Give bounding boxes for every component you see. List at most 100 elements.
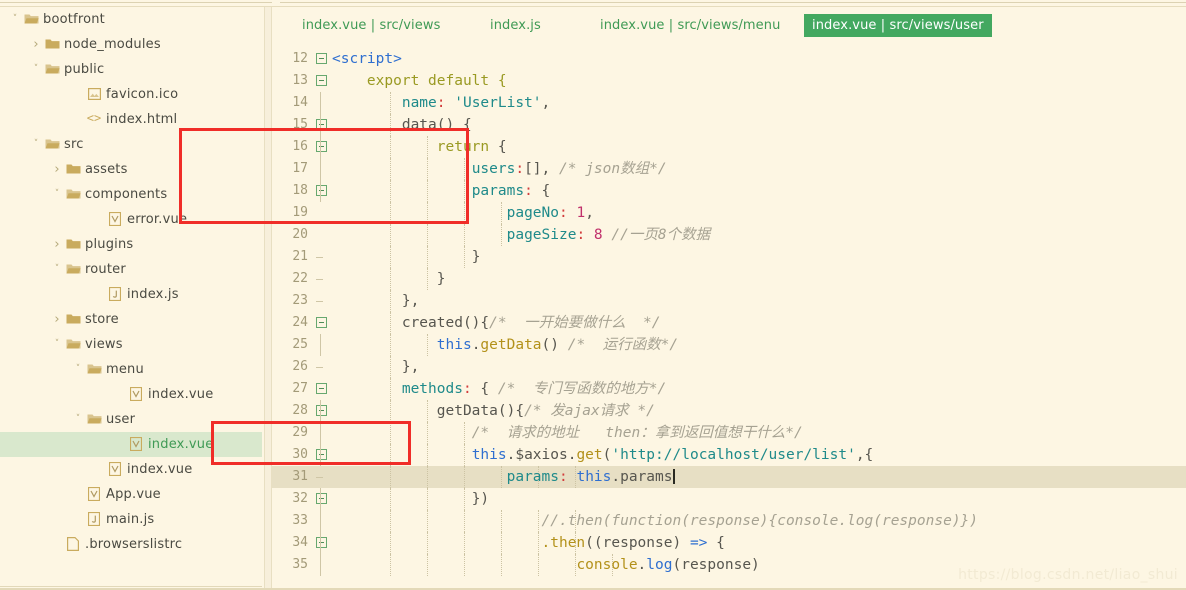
top-divider-gap <box>272 0 280 3</box>
code-fold-icon[interactable] <box>316 119 327 130</box>
code-line-34[interactable]: 34 .then((response) => { <box>272 532 1186 554</box>
tree-item-menu[interactable]: ˅ menu <box>0 357 262 382</box>
tree-item-index-html[interactable]: <> index.html <box>0 107 262 132</box>
chevron-down-icon[interactable]: ˅ <box>71 407 85 432</box>
code-line-31[interactable]: 31 params: this.params <box>272 466 1186 488</box>
tree-item-index-vue[interactable]: index.vue <box>0 457 262 482</box>
tree-item-src[interactable]: ˅ src <box>0 132 262 157</box>
code-fold-icon[interactable] <box>316 53 327 64</box>
chevron-right-icon[interactable]: › <box>50 232 64 257</box>
tree-item-label: user <box>106 412 136 427</box>
tree-item-browserslistrc[interactable]: .browserslistrc <box>0 532 262 557</box>
tree-item-public[interactable]: ˅ public <box>0 57 262 82</box>
chevron-down-icon[interactable]: ˅ <box>71 357 85 382</box>
editor-tab-0[interactable]: index.vue | src/views <box>294 14 448 37</box>
tree-item-app-vue[interactable]: App.vue <box>0 482 262 507</box>
code-line-14[interactable]: 14 name: 'UserList', <box>272 92 1186 114</box>
editor-pane: index.vue | src/views index.js index.vue |… <box>272 7 1186 588</box>
tree-item-favicon-ico[interactable]: favicon.ico <box>0 82 262 107</box>
sidebar-editor-splitter[interactable] <box>262 7 272 588</box>
tree-item-label: views <box>85 337 123 352</box>
line-number: 31 <box>292 469 308 484</box>
code-line-28[interactable]: 28 getData(){/* 发ajax请求 */ <box>272 400 1186 422</box>
code-line-21[interactable]: 21 } <box>272 246 1186 268</box>
folder-icon <box>43 38 61 50</box>
code-line-30[interactable]: 30 this.$axios.get('http://localhost/use… <box>272 444 1186 466</box>
code-line-text: pageNo: 1, <box>506 205 594 221</box>
code-fold-icon[interactable] <box>316 405 327 416</box>
line-number: 33 <box>292 513 308 528</box>
tree-item-bootfront[interactable]: ˅ bootfront <box>0 7 262 32</box>
tree-item-assets[interactable]: › assets <box>0 157 262 182</box>
code-line-15[interactable]: 15 data() { <box>272 114 1186 136</box>
code-fold-icon[interactable] <box>316 75 327 86</box>
vue-file-icon <box>85 486 103 501</box>
chevron-down-icon[interactable]: ˅ <box>50 332 64 357</box>
chevron-down-icon[interactable]: ˅ <box>50 257 64 282</box>
tree-item-views[interactable]: ˅ views <box>0 332 262 357</box>
tree-item-label: index.vue <box>127 462 193 477</box>
tree-item-error-vue[interactable]: error.vue <box>0 207 262 232</box>
code-fold-icon[interactable] <box>316 185 327 196</box>
chevron-down-icon[interactable]: ˅ <box>29 132 43 157</box>
fold-end-marker <box>316 257 323 258</box>
fold-end-marker <box>316 477 323 478</box>
code-line-33[interactable]: 33 //.then(function(response){console.lo… <box>272 510 1186 532</box>
code-line-17[interactable]: 17 users:[], /* json数组*/ <box>272 158 1186 180</box>
code-line-25[interactable]: 25 this.getData() /* 运行函数*/ <box>272 334 1186 356</box>
editor-tab-3[interactable]: index.vue | src/views/user <box>804 14 992 37</box>
editor-tab-bar[interactable]: index.vue | src/views index.js index.vue |… <box>272 7 1186 48</box>
code-line-23[interactable]: 23 }, <box>272 290 1186 312</box>
code-fold-icon[interactable] <box>316 383 327 394</box>
line-number: 29 <box>292 425 308 440</box>
js-file-icon <box>85 511 103 526</box>
chevron-right-icon[interactable]: › <box>50 157 64 182</box>
tree-item-user[interactable]: ˅ user <box>0 407 262 432</box>
chevron-down-icon[interactable]: ˅ <box>29 57 43 82</box>
chevron-right-icon[interactable]: › <box>29 32 43 57</box>
code-fold-icon[interactable] <box>316 493 327 504</box>
code-line-13[interactable]: 13 export default { <box>272 70 1186 92</box>
code-line-29[interactable]: 29 /* 请求的地址 then：拿到返回值想干什么*/ <box>272 422 1186 444</box>
code-fold-icon[interactable] <box>316 449 327 460</box>
code-fold-icon[interactable] <box>316 537 327 548</box>
code-line-16[interactable]: 16 return { <box>272 136 1186 158</box>
editor-tab-2[interactable]: index.vue | src/views/menu <box>592 14 788 37</box>
fold-guide-line <box>320 422 321 444</box>
code-line-18[interactable]: 18 params: { <box>272 180 1186 202</box>
fold-guide-line <box>320 554 321 576</box>
tree-item-index-vue[interactable]: index.vue <box>0 432 262 457</box>
fold-end-marker <box>316 367 323 368</box>
chevron-down-icon[interactable]: ˅ <box>50 182 64 207</box>
tree-item-plugins[interactable]: › plugins <box>0 232 262 257</box>
tree-item-node-modules[interactable]: › node_modules <box>0 32 262 57</box>
tree-item-main-js[interactable]: main.js <box>0 507 262 532</box>
code-fold-icon[interactable] <box>316 141 327 152</box>
code-line-32[interactable]: 32 }) <box>272 488 1186 510</box>
tree-item-components[interactable]: ˅ components <box>0 182 262 207</box>
tree-item-router[interactable]: ˅ router <box>0 257 262 282</box>
code-line-19[interactable]: 19 pageNo: 1, <box>272 202 1186 224</box>
code-line-12[interactable]: 12 <script> <box>272 48 1186 70</box>
code-line-27[interactable]: 27 methods: { /* 专门写函数的地方*/ <box>272 378 1186 400</box>
code-line-24[interactable]: 24 created(){/* 一开始要做什么 */ <box>272 312 1186 334</box>
code-line-22[interactable]: 22 } <box>272 268 1186 290</box>
tree-item-index-vue[interactable]: index.vue <box>0 382 262 407</box>
editor-vertical-scrollbar[interactable] <box>264 7 272 588</box>
editor-tab-1[interactable]: index.js <box>482 14 549 37</box>
chevron-down-icon[interactable]: ˅ <box>8 7 22 32</box>
code-fold-icon[interactable] <box>316 317 327 328</box>
tree-item-label: store <box>85 312 119 327</box>
folder-open-icon <box>85 413 103 425</box>
chevron-right-icon[interactable]: › <box>50 307 64 332</box>
file-tree[interactable]: ˅ bootfront › node_modules ˅ public favicon.i… <box>0 7 262 557</box>
tree-item-index-js[interactable]: index.js <box>0 282 262 307</box>
tree-item-store[interactable]: › store <box>0 307 262 332</box>
code-line-20[interactable]: 20 pageSize: 8 //一页8个数据 <box>272 224 1186 246</box>
file-explorer-sidebar[interactable]: ˅ bootfront › node_modules ˅ public favicon.i… <box>0 7 262 588</box>
code-editor-area[interactable]: 12 <script> 13 export default {14 name: 'U… <box>272 48 1186 588</box>
code-line-26[interactable]: 26 }, <box>272 356 1186 378</box>
